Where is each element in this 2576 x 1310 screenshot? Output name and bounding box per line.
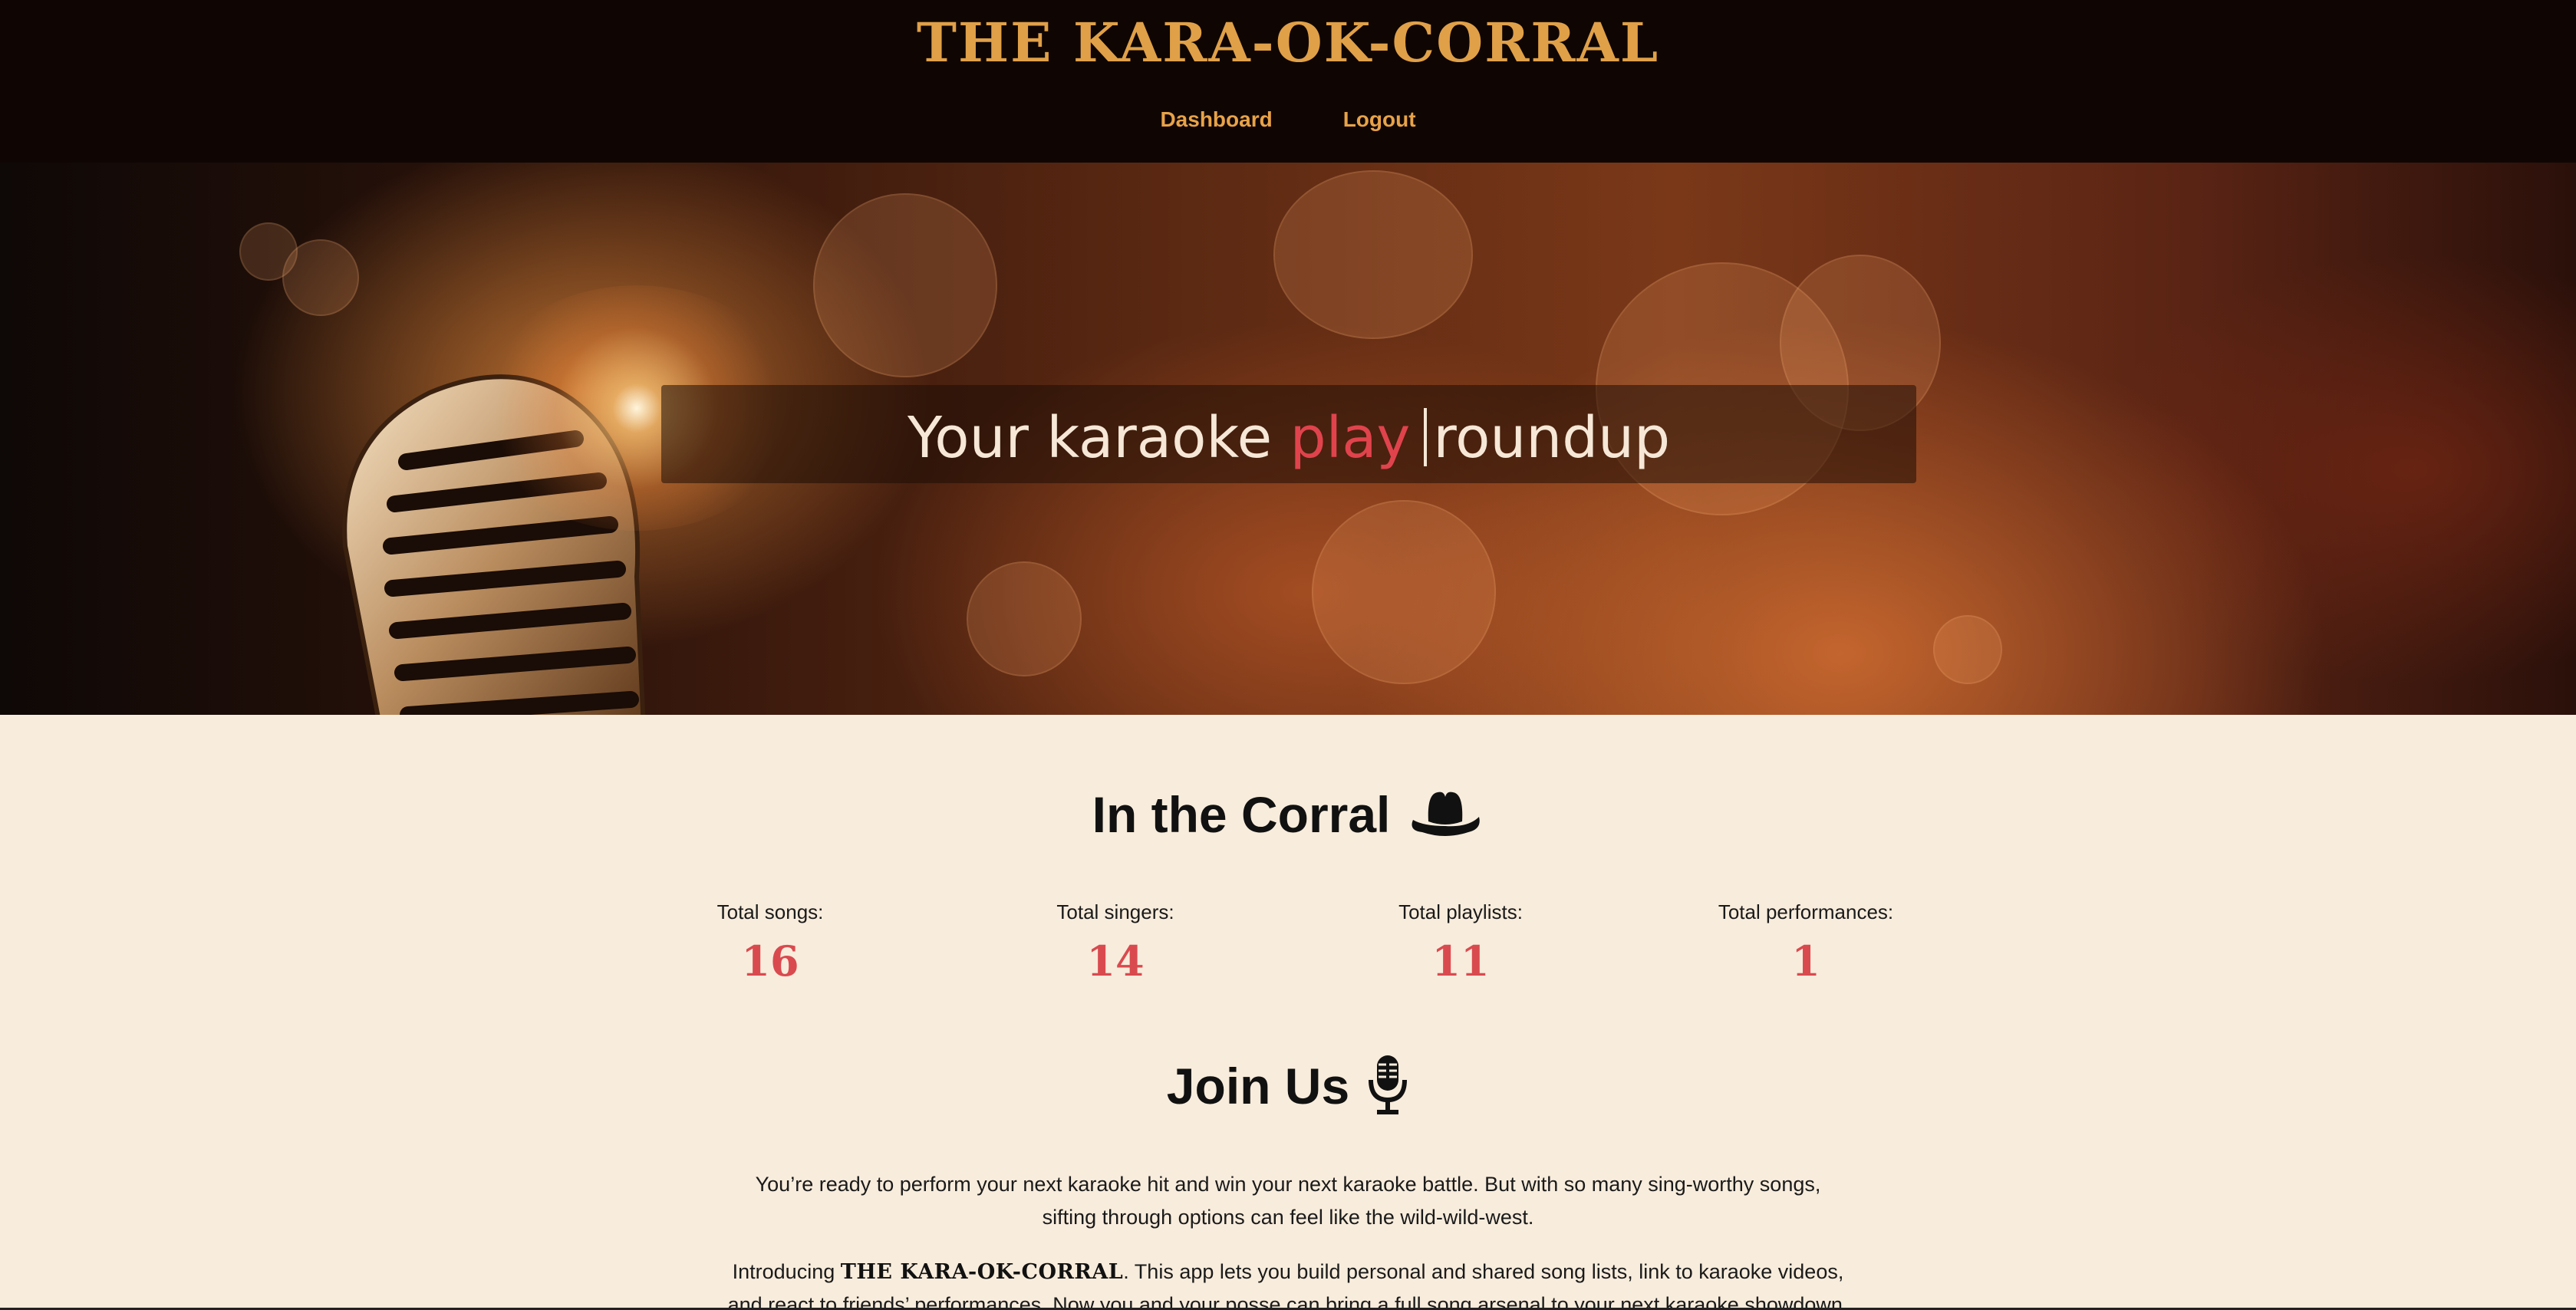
- intro-rest: . This app lets you build personal and s…: [1123, 1260, 1844, 1283]
- main-nav: Dashboard Logout: [0, 107, 2576, 132]
- join-title: Join Us: [1166, 1057, 1350, 1114]
- paragraph-line: Introducing THE KARA-OK-CORRAL. This app…: [690, 1256, 1886, 1289]
- site-logo[interactable]: THE KARA-OK-CORRAL: [0, 11, 2576, 74]
- stat-value: 16: [741, 936, 799, 986]
- corral-heading: In the Corral: [0, 785, 2576, 851]
- stat-total-playlists: Total playlists: 11: [1323, 900, 1599, 986]
- paragraph-line: You’re ready to perform your next karaok…: [755, 1173, 1821, 1196]
- microphone-icon: [1366, 1054, 1409, 1127]
- stat-total-singers: Total singers: 14: [977, 900, 1253, 986]
- join-heading: Join Us: [0, 1054, 2576, 1127]
- stat-total-performances: Total performances: 1: [1668, 900, 1944, 986]
- tagline-suffix: roundup: [1433, 405, 1671, 471]
- hero-banner: Your karaoke play roundup: [0, 163, 2576, 715]
- bokeh-light: [1312, 500, 1496, 684]
- nav-logout-link[interactable]: Logout: [1343, 107, 1416, 132]
- stat-label: Total performances:: [1718, 900, 1894, 923]
- nav-dashboard-link[interactable]: Dashboard: [1160, 107, 1272, 132]
- typing-cursor: [1424, 408, 1428, 466]
- join-paragraph-1: You’re ready to perform your next karaok…: [690, 1168, 1886, 1234]
- hero-tagline: Your karaoke play roundup: [661, 405, 1916, 471]
- bokeh-light: [813, 193, 997, 377]
- stat-total-songs: Total songs: 16: [632, 900, 908, 986]
- inline-brand: THE KARA-OK-CORRAL: [840, 1260, 1124, 1284]
- bokeh-light: [1273, 170, 1473, 339]
- bokeh-light: [282, 239, 359, 316]
- stat-value: 1: [1791, 936, 1820, 986]
- stat-value: 14: [1086, 936, 1145, 986]
- site-header: THE KARA-OK-CORRAL Dashboard Logout: [0, 0, 2576, 163]
- bokeh-light: [967, 561, 1082, 676]
- stat-label: Total songs:: [716, 900, 824, 923]
- stat-label: Total playlists:: [1398, 900, 1523, 923]
- cowboy-hat-icon: [1407, 786, 1484, 851]
- intro-text: Introducing: [732, 1260, 835, 1283]
- corral-title: In the Corral: [1092, 786, 1391, 843]
- tagline-highlight: play: [1290, 405, 1411, 471]
- tagline-prefix: Your karaoke: [907, 405, 1273, 471]
- paragraph-line: and react to friends’ performances. Now …: [727, 1293, 1849, 1310]
- paragraph-line: sifting through options can feel like th…: [1042, 1206, 1534, 1229]
- join-paragraph-2: Introducing THE KARA-OK-CORRAL. This app…: [690, 1256, 1886, 1310]
- bokeh-light: [1933, 615, 2002, 684]
- stat-label: Total singers:: [1056, 900, 1174, 923]
- stat-value: 11: [1431, 936, 1490, 986]
